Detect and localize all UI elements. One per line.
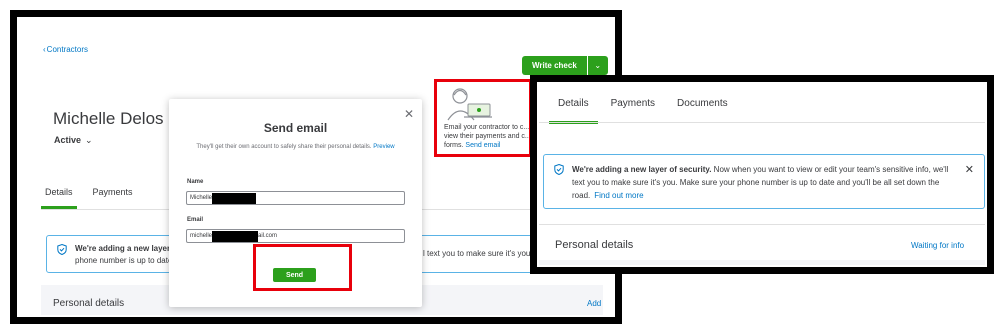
tab-divider <box>539 122 985 123</box>
chevron-left-icon: ‹ <box>43 45 46 54</box>
modal-subtitle-text: They'll get their own account to safely … <box>196 144 372 150</box>
redaction-bar <box>212 192 257 204</box>
personal-details-section <box>539 260 985 265</box>
banner-text: We're adding a new layer of security. No… <box>572 163 957 202</box>
tab-details[interactable]: Details <box>549 98 598 124</box>
highlight-box-send <box>253 244 352 291</box>
banner-line-2: phone number is up to date <box>75 256 173 265</box>
redaction-bar <box>212 230 259 242</box>
right-screenshot-frame: Details Payments Documents We're adding … <box>530 75 994 274</box>
banner-headline: We're adding a new layer of security. <box>572 165 712 174</box>
write-check-button[interactable]: Write check <box>522 56 588 75</box>
right-screenshot: Details Payments Documents We're adding … <box>537 82 987 267</box>
find-out-more-link[interactable]: Find out more <box>594 191 643 200</box>
contractor-name: Michelle Delos I <box>53 109 173 128</box>
back-link-label: Contractors <box>46 45 89 54</box>
tab-payments[interactable]: Payments <box>89 187 137 209</box>
name-label: Name <box>187 179 204 185</box>
modal-title: Send email <box>263 121 328 135</box>
name-field[interactable]: Michelle <box>186 191 405 205</box>
write-check-split-button: Write check ⌄ <box>522 56 608 75</box>
chevron-down-icon: ⌄ <box>85 135 93 145</box>
banner-headline: We're adding a new layer of <box>75 244 180 253</box>
close-icon[interactable]: ✕ <box>404 107 414 121</box>
right-tab-bar: Details Payments Documents <box>549 98 737 124</box>
banner-right-fragment: l text you to make sure it's you. M <box>423 249 542 258</box>
email-label: Email <box>187 217 204 223</box>
email-value-suffix: ail.com <box>258 233 278 239</box>
name-value: Michelle <box>190 195 213 201</box>
shield-check-icon <box>57 244 67 255</box>
security-banner: We're adding a new layer of security. No… <box>543 154 985 209</box>
close-icon[interactable]: ✕ <box>965 163 974 176</box>
back-to-contractors-link[interactable]: ‹Contractors <box>43 45 88 54</box>
chevron-down-icon: ⌄ <box>594 61 602 70</box>
tab-details[interactable]: Details <box>41 187 77 209</box>
personal-details-heading: Personal details <box>53 298 125 309</box>
add-personal-details-link[interactable]: Add <box>587 299 601 308</box>
tab-documents[interactable]: Documents <box>668 98 737 124</box>
left-tab-bar: Details Payments <box>41 187 137 209</box>
status-label: Active <box>54 135 82 145</box>
personal-details-heading: Personal details <box>555 239 634 251</box>
shield-check-icon <box>554 164 564 175</box>
section-divider <box>539 224 985 225</box>
left-screenshot: ‹Contractors Write check ⌄ Michelle Delo… <box>17 17 615 317</box>
write-check-dropdown-button[interactable]: ⌄ <box>587 56 608 75</box>
highlight-box-promo <box>434 79 532 157</box>
waiting-for-info-link[interactable]: Waiting for info <box>911 241 964 250</box>
tab-payments[interactable]: Payments <box>602 98 664 124</box>
status-dropdown[interactable]: Active ⌄ <box>54 135 93 146</box>
modal-subtitle: They'll get their own account to safely … <box>169 144 422 150</box>
email-field[interactable]: michelle ail.com <box>186 229 405 243</box>
preview-link[interactable]: Preview <box>373 144 394 150</box>
email-value-prefix: michelle <box>190 233 213 239</box>
